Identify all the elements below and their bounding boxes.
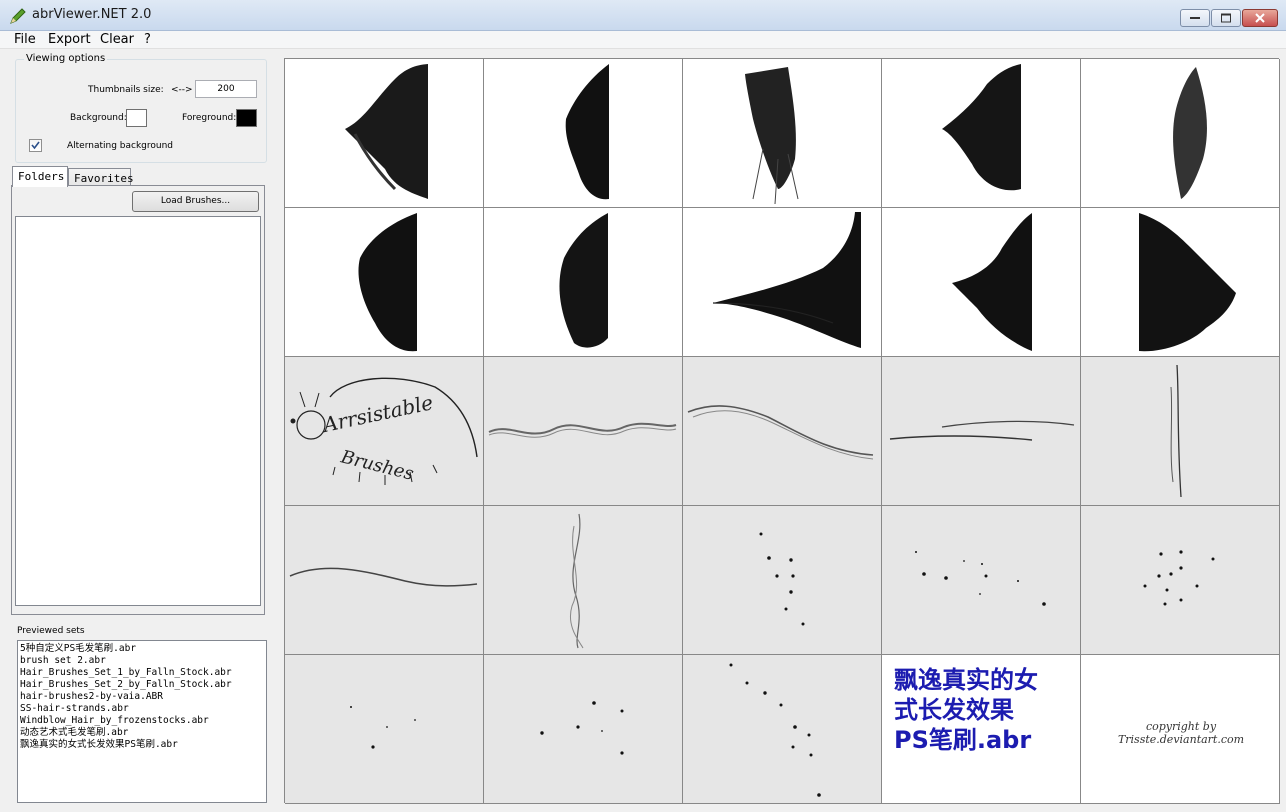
list-item[interactable]: SS-hair-strands.abr: [20, 703, 266, 715]
list-item[interactable]: Windblow_Hair_by_frozenstocks.abr: [20, 715, 266, 727]
brush-thumbnail[interactable]: [683, 655, 882, 804]
brush-thumbnail[interactable]: [882, 357, 1081, 506]
foreground-color-swatch[interactable]: [236, 109, 257, 127]
brush-thumbnail[interactable]: [1081, 208, 1280, 357]
brush-thumbnail[interactable]: 飘逸真实的女 式长发效果 PS笔刷.abr: [882, 655, 1081, 804]
brush-thumbnail[interactable]: [484, 59, 683, 208]
previewed-sets-label: Previewed sets: [17, 626, 85, 636]
folders-panel: Load Brushes...: [11, 185, 265, 615]
list-item[interactable]: hair-brushes2-by-vaia.ABR: [20, 691, 266, 703]
alternating-background-label: Alternating background: [67, 141, 174, 151]
background-color-swatch[interactable]: [126, 109, 147, 127]
brush-thumbnail[interactable]: [285, 208, 484, 357]
maximize-icon: [1221, 13, 1231, 23]
menu-bar: File Export Clear ?: [0, 31, 1286, 49]
viewing-options-group: Viewing options Thumbnails size: <--> 20…: [15, 53, 267, 163]
minimize-icon: [1190, 17, 1200, 19]
list-item[interactable]: Hair_Brushes_Set_2_by_Falln_Stock.abr: [20, 679, 266, 691]
arrsistable-brushes-logo: Arrsistable: [319, 390, 435, 437]
copyright-text: copyright by Trisste.deviantart.com: [1117, 720, 1245, 746]
folder-tree[interactable]: [15, 216, 261, 606]
brush-thumbnail[interactable]: [882, 59, 1081, 208]
brush-thumbnail[interactable]: [1081, 357, 1280, 506]
thumbnail-grid: Arrsistable Brushes 飘逸真实的女 式长发效果 PS笔刷.ab…: [284, 58, 1280, 804]
menu-help[interactable]: ?: [144, 32, 151, 47]
tab-folders[interactable]: Folders: [12, 166, 68, 187]
maximize-button[interactable]: [1211, 9, 1241, 27]
brush-thumbnail[interactable]: [484, 506, 683, 655]
close-icon: [1255, 13, 1265, 23]
brush-thumbnail[interactable]: [683, 506, 882, 655]
brush-thumbnail[interactable]: Arrsistable Brushes: [285, 357, 484, 506]
list-item[interactable]: 动态艺术式毛发笔刷.abr: [20, 727, 266, 739]
brush-thumbnail[interactable]: [484, 357, 683, 506]
brush-thumbnail[interactable]: [285, 655, 484, 804]
foreground-label: Foreground:: [182, 113, 237, 123]
brush-thumbnail[interactable]: [882, 208, 1081, 357]
list-item[interactable]: brush set 2.abr: [20, 655, 266, 667]
brush-thumbnail[interactable]: [882, 506, 1081, 655]
background-label: Background:: [70, 113, 127, 123]
thumbnails-size-label: Thumbnails size:: [88, 85, 164, 95]
alternating-background-checkbox[interactable]: [29, 139, 42, 152]
brush-thumbnail[interactable]: [1081, 59, 1280, 208]
window-title: abrViewer.NET 2.0: [32, 7, 152, 22]
brush-title-text: 飘逸真实的女 式长发效果 PS笔刷.abr: [894, 666, 1038, 754]
list-item[interactable]: 5种自定义PS毛发笔刷.abr: [20, 643, 266, 655]
brush-thumbnail[interactable]: [285, 506, 484, 655]
menu-export[interactable]: Export: [48, 32, 91, 47]
menu-file[interactable]: File: [14, 32, 36, 47]
brush-thumbnail[interactable]: [484, 208, 683, 357]
list-item[interactable]: Hair_Brushes_Set_1_by_Falln_Stock.abr: [20, 667, 266, 679]
left-panel: Viewing options Thumbnails size: <--> 20…: [7, 50, 277, 806]
load-brushes-button[interactable]: Load Brushes...: [132, 191, 259, 212]
brush-thumbnail[interactable]: [683, 357, 882, 506]
brush-thumbnail[interactable]: [285, 59, 484, 208]
list-item[interactable]: 飘逸真实的女式长发效果PS笔刷.abr: [20, 739, 266, 751]
previewed-sets-list[interactable]: 5种自定义PS毛发笔刷.abr brush set 2.abr Hair_Bru…: [17, 640, 267, 803]
brush-thumbnail[interactable]: copyright by Trisste.deviantart.com: [1081, 655, 1280, 804]
brush-thumbnail[interactable]: [484, 655, 683, 804]
brush-thumbnail[interactable]: [683, 59, 882, 208]
app-icon: [10, 8, 26, 24]
title-bar: abrViewer.NET 2.0: [0, 0, 1286, 31]
viewing-options-legend: Viewing options: [24, 53, 108, 64]
thumbnails-size-input[interactable]: 200: [195, 80, 257, 98]
brush-thumbnail[interactable]: [1081, 506, 1280, 655]
close-button[interactable]: [1242, 9, 1278, 27]
menu-clear[interactable]: Clear: [100, 32, 134, 47]
brush-thumbnail[interactable]: [683, 208, 882, 357]
svg-text:Brushes: Brushes: [338, 446, 416, 485]
thumbnails-size-arrows: <-->: [171, 85, 193, 95]
checkmark-icon: [31, 141, 40, 150]
minimize-button[interactable]: [1180, 9, 1210, 27]
